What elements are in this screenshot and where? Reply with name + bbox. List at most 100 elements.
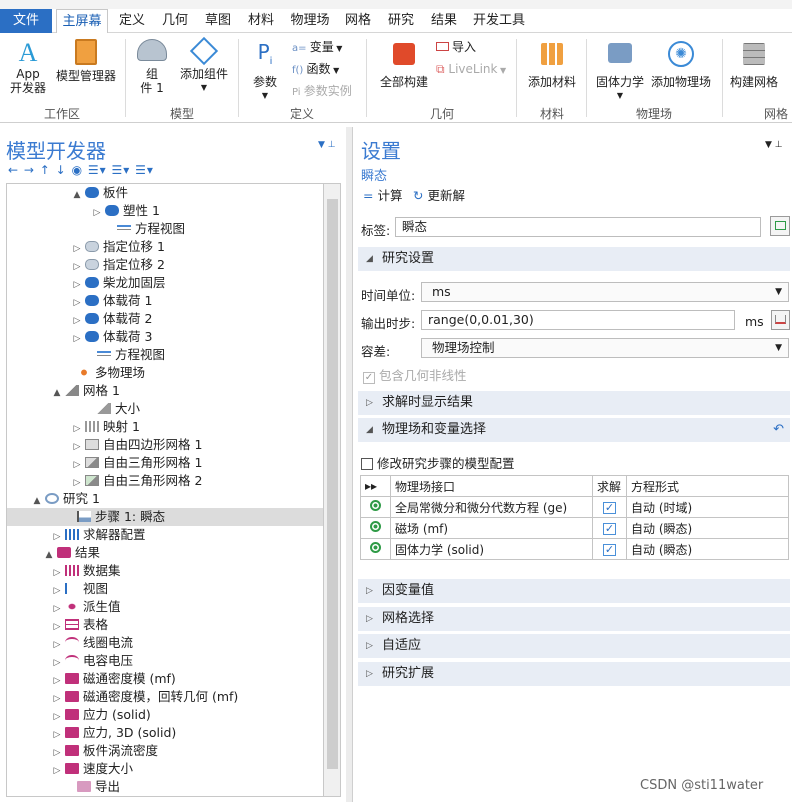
tab-results[interactable]: 结果 [424,9,464,33]
tree-node[interactable]: ▷ 磁通密度模 (mf) [7,670,323,688]
import-button[interactable]: 导入 [436,40,476,54]
section-adaptation-label: 自适应 [382,638,422,653]
label-field[interactable]: 瞬态 [395,217,761,237]
section-dependent-values[interactable]: ▷ 因变量值 [358,579,790,603]
tree-node[interactable]: 方程视图 [7,220,323,238]
tab-materials[interactable]: 材料 [241,9,281,33]
time-unit-select[interactable]: ms ▼ [421,282,789,302]
tree-node[interactable]: ▷ 磁通密度模，回转几何 (mf) [7,688,323,706]
tree-node[interactable]: ▷ 视图 [7,580,323,598]
down-icon[interactable]: ↓ [56,163,67,177]
tab-mesh[interactable]: 网格 [338,9,378,33]
tab-physics[interactable]: 物理场 [284,9,336,33]
table-row[interactable]: 全局常微分和微分代数方程 (ge) ✓ 自动 (时域) [360,496,789,518]
section-results-while-solving[interactable]: ▷ 求解时显示结果 [358,391,790,415]
tree-node[interactable]: ▷ 线圈电流 [7,634,323,652]
model-manager-button[interactable]: 模型管理器 [54,39,118,83]
solve-checkbox[interactable]: ✓ [603,502,616,514]
table-row[interactable]: 固体力学 (solid) ✓ 自动 (瞬态) [360,538,789,560]
functions-button[interactable]: f() 函数 ▼ [292,62,339,78]
tree-node[interactable]: ▲ 板件 [7,184,323,202]
forward-icon[interactable]: → [24,163,35,177]
table-header-toggle[interactable]: ▸▸ [360,475,391,497]
tree-node[interactable]: ▲ 网格 1 [7,382,323,400]
tree-node[interactable]: 步骤 1: 瞬态 [7,508,323,526]
tree-node[interactable]: ▷ 板件涡流密度 [7,742,323,760]
solve-checkbox[interactable]: ✓ [603,544,616,556]
build-all-button[interactable]: 全部构建 [376,39,432,89]
tree-node[interactable]: ▷ 表格 [7,616,323,634]
tree-node-label: 线圈电流 [83,635,134,650]
tree-node[interactable]: ▷ 电容电压 [7,652,323,670]
tolerance-select[interactable]: 物理场控制 ▼ [421,338,789,358]
tree-scrollbar-thumb[interactable] [327,199,338,769]
tree-node[interactable]: ▷ 派生值 [7,598,323,616]
livelink-button[interactable]: ⧉ LiveLink ▼ [436,62,506,78]
add-material-button[interactable]: 添加材料 [524,39,580,89]
section-physics-selection[interactable]: ◢ 物理场和变量选择 ↶ [358,418,790,442]
table-row[interactable]: 磁场 (mf) ✓ 自动 (瞬态) [360,517,789,539]
section-adaptation[interactable]: ▷ 自适应 [358,634,790,658]
compute-button[interactable]: = 计算 [363,185,402,204]
section-study-settings[interactable]: ◢ 研究设置 [358,247,790,271]
tree-node[interactable]: ▷ 应力, 3D (solid) [7,724,323,742]
parameters-button[interactable]: Pi 参数 ▼ [246,39,284,103]
component-button[interactable]: 组 件 1 [134,39,170,95]
tab-file[interactable]: 文件 [0,9,52,33]
tree-node[interactable]: ▷ 指定位移 2 [7,256,323,274]
tree-node[interactable]: ▷ 体载荷 1 [7,292,323,310]
geom-nonlinearity-checkbox[interactable]: ✓ 包含几何非线性 [363,365,467,384]
tree-node[interactable]: 多物理场 [7,364,323,382]
tree-node[interactable]: ▷ 数据集 [7,562,323,580]
tree-node[interactable]: 导出 [7,778,323,796]
show-icon[interactable]: ◉ [72,163,83,177]
tab-study[interactable]: 研究 [381,9,421,33]
tree-node[interactable]: ▷ 体载荷 2 [7,310,323,328]
expand-icon[interactable]: ☰▾ [88,163,107,177]
update-solution-button[interactable]: ↻ 更新解 [413,185,465,204]
tree-node[interactable]: ▲ 研究 1 [7,490,323,508]
tree-node[interactable]: ▲ 结果 [7,544,323,562]
section-study-extensions[interactable]: ▷ 研究扩展 [358,662,790,686]
solid-mechanics-button[interactable]: 固体力学 ▼ [594,39,646,103]
tree-node[interactable]: ▷ 塑性 1 [7,202,323,220]
build-mesh-button[interactable]: 构建网格 [728,39,780,89]
tree-node[interactable]: ▷ 速度大小 [7,760,323,778]
tree-node[interactable]: 大小 [7,400,323,418]
undo-icon[interactable]: ↶ [773,418,784,442]
solve-checkbox[interactable]: ✓ [603,523,616,535]
tab-sketch[interactable]: 草图 [198,9,238,33]
tree-node[interactable]: 方程视图 [7,346,323,364]
back-icon[interactable]: ← [8,163,19,177]
collapse-icon[interactable]: ☰▾ [111,163,130,177]
output-times-field[interactable]: range(0,0.01,30) [421,310,735,330]
tree-node[interactable]: ▷ 自由四边形网格 1 [7,436,323,454]
variables-button[interactable]: a= 变量 ▼ [292,40,342,56]
app-builder-button[interactable]: A App 开发器 [8,39,48,96]
add-physics-button[interactable]: ✺ 添加物理场 [650,39,712,89]
tab-geometry[interactable]: 几何 [155,9,195,33]
modify-config-checkbox[interactable]: 修改研究步骤的模型配置 [361,453,515,472]
add-component-button[interactable]: 添加组件 ▼ [176,36,232,95]
tab-definitions[interactable]: 定义 [112,9,152,33]
tree-node-label: 磁通密度模 (mf) [83,671,176,686]
section-mesh-selection[interactable]: ▷ 网格选择 [358,607,790,631]
tree-node[interactable]: ▷ 映射 1 [7,418,323,436]
tree-node[interactable]: ▷ 指定位移 1 [7,238,323,256]
panel-menu-icon[interactable]: ▼ ⊥ [318,140,336,150]
range-button[interactable] [771,310,790,330]
tree-node[interactable]: ▷ 求解器配置 [7,526,323,544]
tab-developer[interactable]: 开发工具 [467,9,531,33]
list-icon[interactable]: ☰▾ [135,163,154,177]
tree-node[interactable]: ▷ 应力 (solid) [7,706,323,724]
plot-icon [65,709,79,720]
tree-node[interactable]: ▷ 自由三角形网格 1 [7,454,323,472]
panel-menu-icon[interactable]: ▼ ⊥ [765,140,783,150]
tree-node[interactable]: ▷ 自由三角形网格 2 [7,472,323,490]
up-icon[interactable]: ↑ [40,163,51,177]
tree-node[interactable]: ▷ 体载荷 3 [7,328,323,346]
label-reset-button[interactable] [770,216,790,236]
param-case-button[interactable]: Pi 参数实例 [292,84,352,100]
tree-node[interactable]: ▷ 柴龙加固层 [7,274,323,292]
tab-home[interactable]: 主屏幕 [56,9,108,33]
